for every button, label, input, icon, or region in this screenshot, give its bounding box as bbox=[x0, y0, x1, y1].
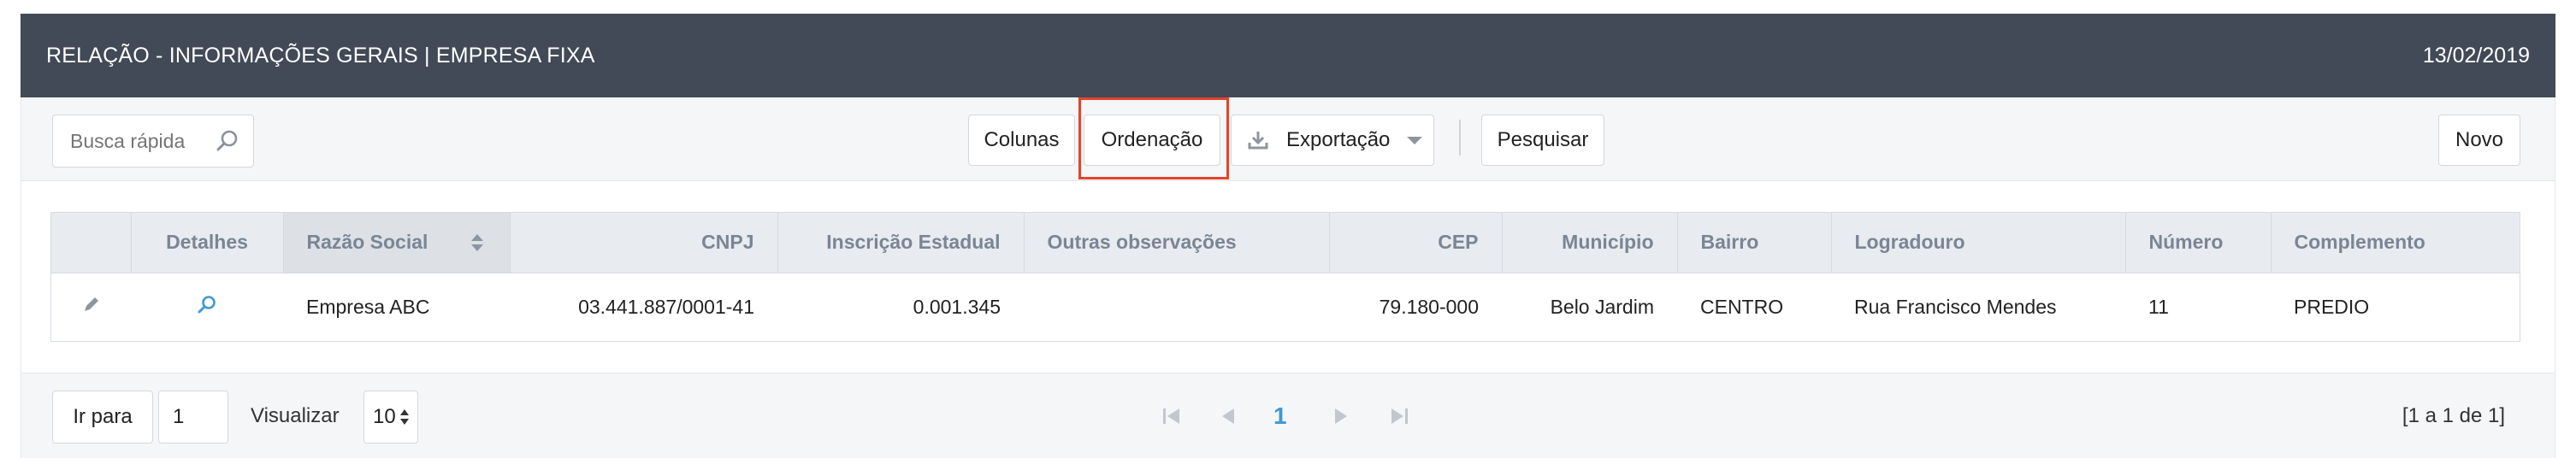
column-header-razao-social[interactable]: Razão Social bbox=[283, 213, 511, 273]
search-icon[interactable] bbox=[216, 129, 239, 153]
caret-down-icon bbox=[1407, 137, 1423, 144]
pager: 1 bbox=[1159, 373, 1412, 459]
current-page-number[interactable]: 1 bbox=[1273, 402, 1287, 430]
last-page-icon[interactable] bbox=[1386, 403, 1412, 429]
cell-outras-observacoes bbox=[1024, 273, 1329, 341]
search-input[interactable] bbox=[68, 128, 200, 154]
magnifier-icon[interactable] bbox=[197, 294, 217, 314]
page-size-value: 10 bbox=[373, 405, 396, 428]
data-table-wrapper: Detalhes Razão Social CNPJ Inscrição Est… bbox=[50, 212, 2520, 342]
column-header-cnpj[interactable]: CNPJ bbox=[510, 213, 778, 273]
column-header-cep[interactable]: CEP bbox=[1329, 213, 1503, 273]
toolbar: Colunas Ordenação Exportação Pesquisar N… bbox=[21, 97, 2555, 181]
column-header-logradouro[interactable]: Logradouro bbox=[1831, 213, 2126, 273]
column-header-complemento[interactable]: Complemento bbox=[2271, 213, 2520, 273]
page-header: RELAÇÃO - INFORMAÇÕES GERAIS | EMPRESA F… bbox=[21, 14, 2555, 97]
column-header-detalhes[interactable]: Detalhes bbox=[131, 213, 284, 273]
cell-complemento: PREDIO bbox=[2294, 295, 2370, 318]
data-table: Detalhes Razão Social CNPJ Inscrição Est… bbox=[51, 213, 2520, 341]
cell-numero: 11 bbox=[2148, 295, 2169, 318]
download-icon bbox=[1248, 132, 1268, 150]
pagination-footer: Ir para Visualizar 10 1 [1 a 1 de 1] bbox=[21, 373, 2555, 458]
quick-search bbox=[52, 115, 254, 167]
column-header-label: Razão Social bbox=[306, 231, 428, 254]
first-page-icon[interactable] bbox=[1159, 403, 1185, 429]
column-header-bairro[interactable]: Bairro bbox=[1677, 213, 1832, 273]
sort-icon[interactable] bbox=[470, 233, 484, 252]
column-header-actions bbox=[51, 213, 132, 273]
page-number-input[interactable] bbox=[158, 391, 228, 444]
cell-cnpj: 03.441.887/0001-41 bbox=[578, 295, 754, 318]
column-header-municipio[interactable]: Município bbox=[1502, 213, 1678, 273]
table-row[interactable]: Empresa ABC 03.441.887/0001-41 0.001.345… bbox=[51, 273, 2520, 341]
cell-municipio: Belo Jardim bbox=[1550, 295, 1654, 318]
novo-button[interactable]: Novo bbox=[2438, 115, 2520, 166]
toolbar-divider bbox=[1459, 120, 1461, 156]
next-page-icon[interactable] bbox=[1332, 403, 1352, 429]
column-header-outras-observacoes[interactable]: Outras observações bbox=[1024, 213, 1330, 273]
colunas-button[interactable]: Colunas bbox=[968, 115, 1075, 166]
record-count-info: [1 a 1 de 1] bbox=[2402, 404, 2505, 427]
exportacao-button[interactable]: Exportação bbox=[1231, 115, 1434, 166]
table-header-row: Detalhes Razão Social CNPJ Inscrição Est… bbox=[51, 213, 2520, 273]
details-cell[interactable] bbox=[131, 273, 283, 341]
exportacao-label: Exportação bbox=[1286, 128, 1391, 151]
select-arrows-icon bbox=[399, 409, 409, 425]
cell-cep: 79.180-000 bbox=[1379, 295, 1479, 318]
column-header-inscricao-estadual[interactable]: Inscrição Estadual bbox=[777, 213, 1025, 273]
ordenacao-button[interactable]: Ordenação bbox=[1084, 115, 1220, 166]
page-size-select[interactable]: 10 bbox=[363, 391, 418, 444]
header-date: 13/02/2019 bbox=[2422, 43, 2530, 68]
ir-para-button[interactable]: Ir para bbox=[52, 391, 153, 444]
cell-inscricao-estadual: 0.001.345 bbox=[913, 295, 1001, 318]
column-header-numero[interactable]: Número bbox=[2125, 213, 2272, 273]
cell-logradouro: Rua Francisco Mendes bbox=[1854, 295, 2057, 318]
edit-cell[interactable] bbox=[51, 273, 131, 341]
visualizar-label: Visualizar bbox=[251, 404, 340, 427]
pesquisar-button[interactable]: Pesquisar bbox=[1481, 115, 1604, 166]
cell-razao-social: Empresa ABC bbox=[306, 295, 430, 318]
cell-bairro: CENTRO bbox=[1700, 295, 1784, 318]
previous-page-icon[interactable] bbox=[1217, 403, 1238, 429]
page-title: RELAÇÃO - INFORMAÇÕES GERAIS | EMPRESA F… bbox=[46, 43, 595, 68]
pencil-icon[interactable] bbox=[81, 294, 102, 314]
